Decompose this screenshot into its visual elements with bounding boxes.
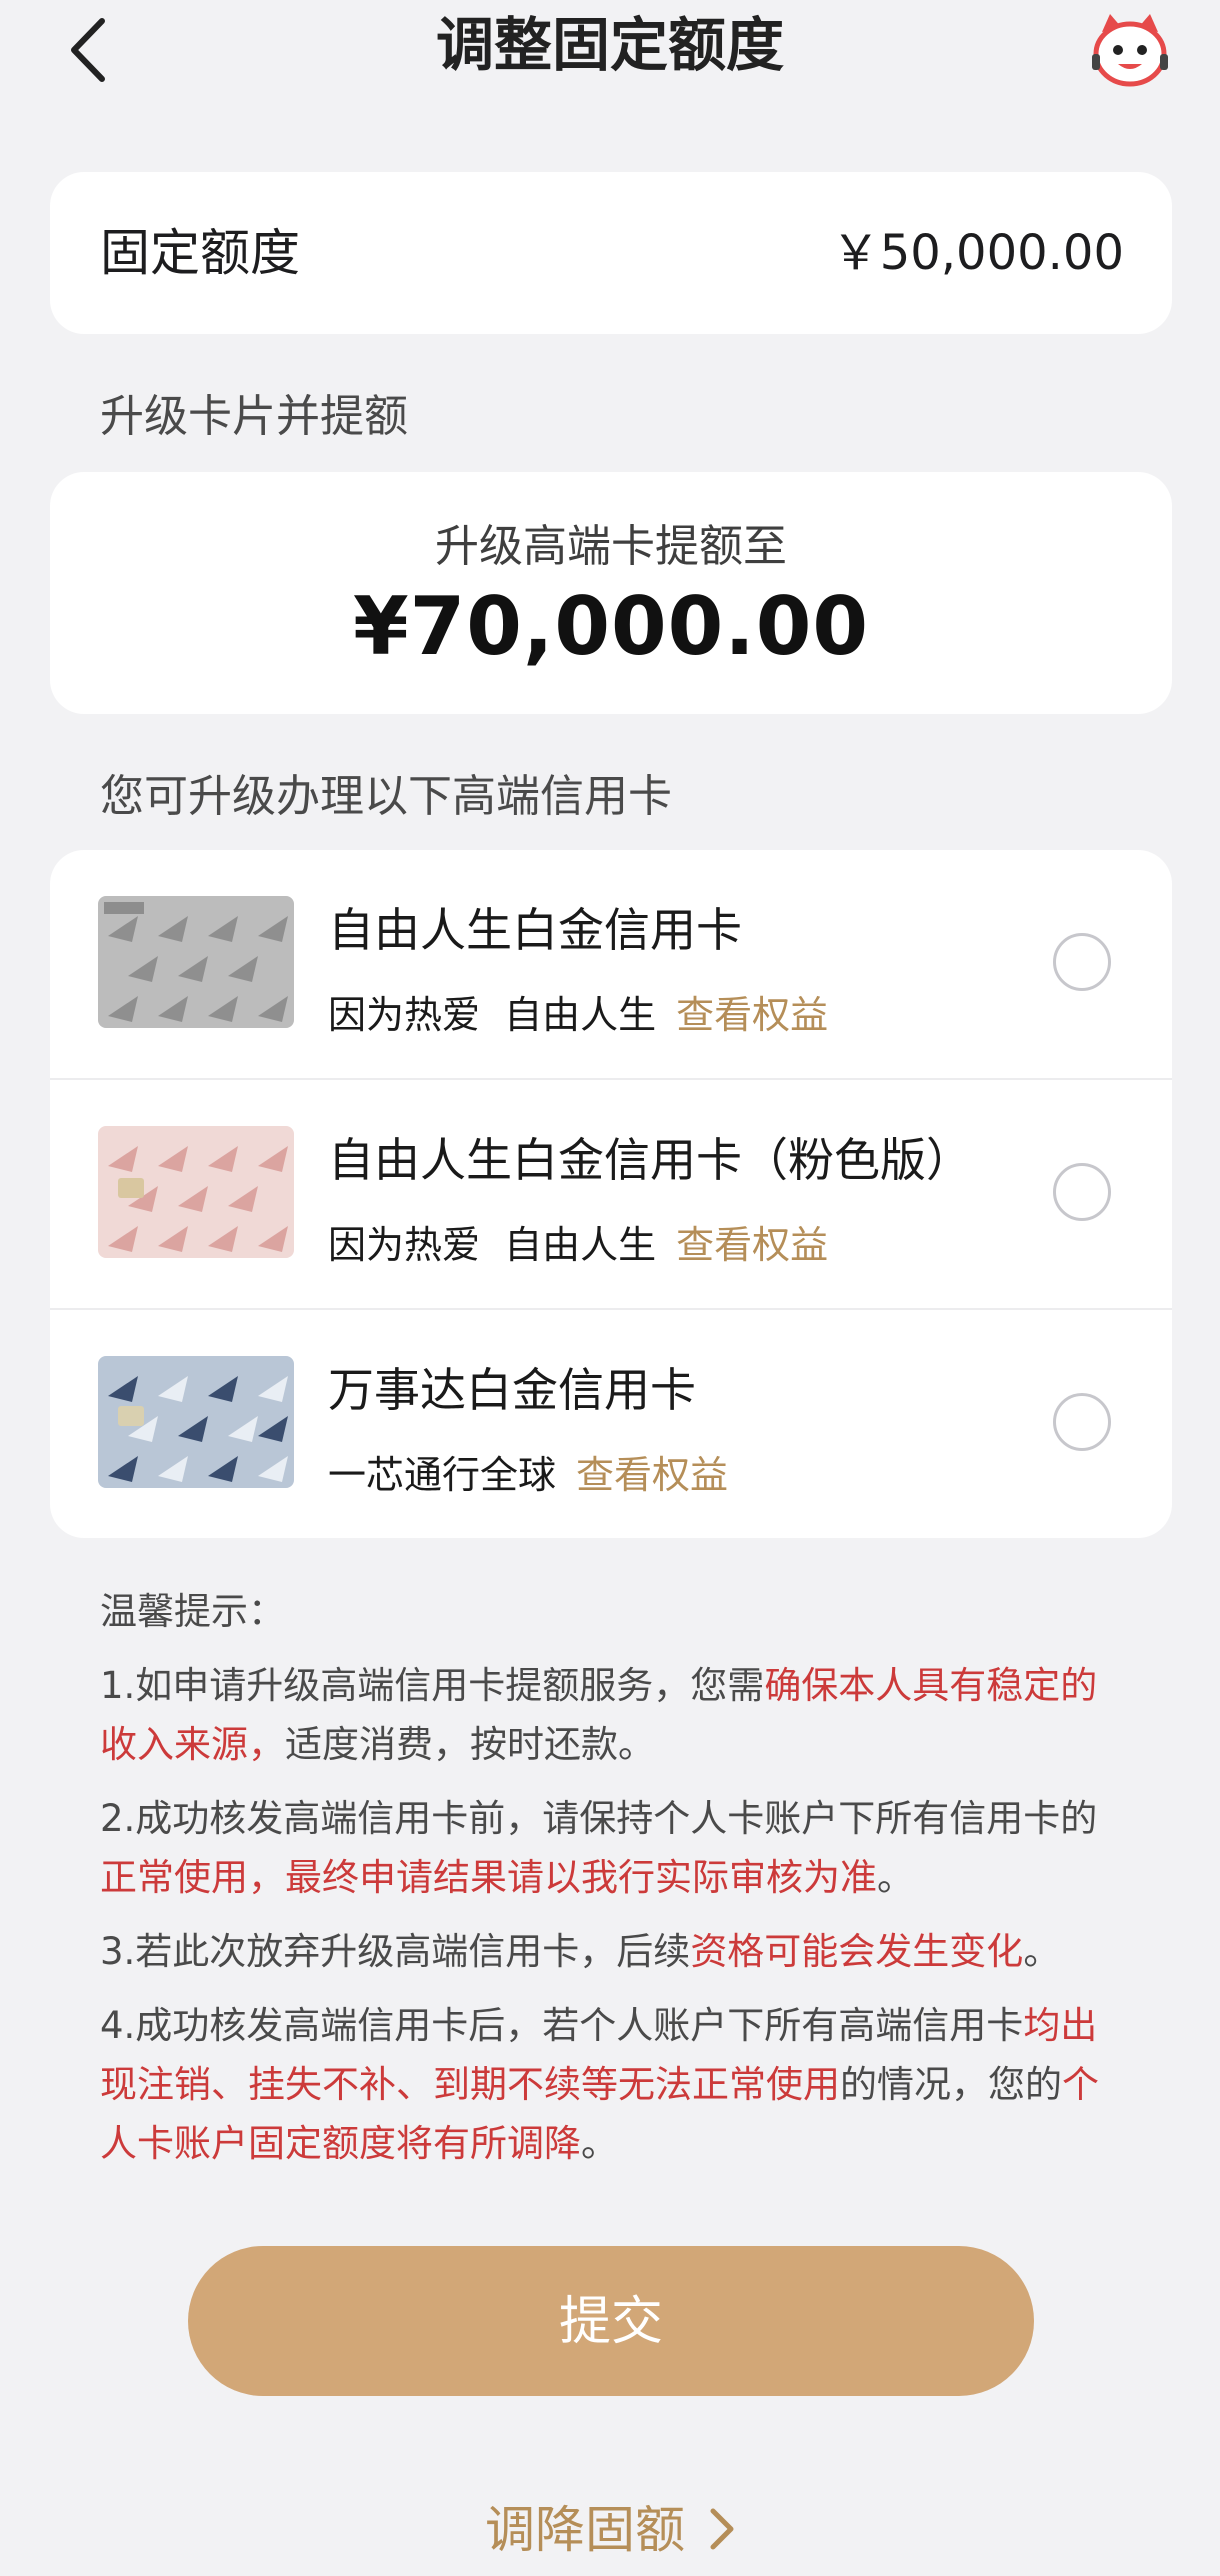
tip-text: 适度消费，按时还款。	[285, 1723, 655, 1766]
view-benefits-link[interactable]: 查看权益	[676, 993, 828, 1037]
card-option-radio[interactable]	[1053, 1163, 1111, 1221]
upgrade-amount-card: 升级高端卡提额至 ¥70,000.00	[50, 472, 1172, 714]
chevron-left-icon	[71, 18, 105, 82]
tips-title: 温馨提示：	[100, 1590, 285, 1633]
assistant-mascot-icon[interactable]	[1088, 12, 1172, 90]
tip-text: 3.若此次放弃升级高端信用卡，后续	[100, 1930, 691, 1973]
upgrade-section-title: 升级卡片并提额	[100, 391, 408, 442]
card-option-desc: 一芯通行全球 查看权益	[328, 1444, 728, 1499]
tip-item: 1.如申请升级高端信用卡提额服务，您需确保本人具有稳定的收入来源，适度消费，按时…	[100, 1656, 1120, 1774]
reduce-limit-link[interactable]: 调降固额	[0, 2490, 1220, 2562]
card-option-item[interactable]: 自由人生白金信用卡 因为热爱 自由人生 查看权益	[50, 850, 1172, 1080]
view-benefits-link[interactable]: 查看权益	[676, 1223, 828, 1267]
card-option-radio[interactable]	[1053, 1393, 1111, 1451]
tip-text: 4.成功核发高端信用卡后，若个人账户下所有高端信用卡	[100, 2004, 1024, 2047]
card-option-slogan: 一芯通行全球	[328, 1453, 557, 1497]
card-option-item[interactable]: 万事达白金信用卡 一芯通行全球 查看权益	[50, 1310, 1172, 1538]
tip-item: 3.若此次放弃升级高端信用卡，后续资格可能会发生变化。	[100, 1922, 1120, 1981]
card-option-slogan: 因为热爱 自由人生	[328, 1223, 657, 1267]
fixed-limit-card: 固定额度 ￥50,000.00	[50, 172, 1172, 334]
page-title: 调整固定额度	[435, 11, 784, 79]
card-thumbnail-blue	[98, 1356, 294, 1488]
upgrade-amount-value: ¥70,000.00	[352, 580, 870, 673]
fixed-limit-label: 固定额度	[100, 224, 300, 282]
card-options-list: 自由人生白金信用卡 因为热爱 自由人生 查看权益 自由人生白金信用卡（粉色版） 因…	[50, 850, 1172, 1538]
card-option-name: 万事达白金信用卡	[328, 1363, 696, 1417]
tip-text: 的情况，您的	[840, 2063, 1062, 2106]
chevron-right-icon	[709, 2503, 735, 2559]
tip-text: 。	[877, 1856, 914, 1899]
card-option-name: 自由人生白金信用卡	[328, 903, 742, 957]
submit-button[interactable]: 提交	[188, 2246, 1034, 2396]
card-option-desc: 因为热爱 自由人生 查看权益	[328, 1214, 828, 1269]
card-option-name: 自由人生白金信用卡（粉色版）	[328, 1133, 972, 1187]
tip-text: 2.成功核发高端信用卡前，请保持个人卡账户下所有信用卡的	[100, 1797, 1098, 1840]
tip-item: 2.成功核发高端信用卡前，请保持个人卡账户下所有信用卡的正常使用，最终申请结果请…	[100, 1789, 1120, 1907]
card-option-slogan: 因为热爱 自由人生	[328, 993, 657, 1037]
tips-section: 温馨提示： 1.如申请升级高端信用卡提额服务，您需确保本人具有稳定的收入来源，适…	[100, 1582, 1120, 2188]
view-benefits-link[interactable]: 查看权益	[576, 1453, 728, 1497]
tip-text: 1.如申请升级高端信用卡提额服务，您需	[100, 1664, 765, 1707]
card-thumbnail-pink	[98, 1126, 294, 1258]
tip-highlight: 正常使用，最终申请结果请以我行实际审核为准	[100, 1856, 877, 1899]
tip-highlight: 资格可能会发生变化	[690, 1930, 1024, 1973]
card-option-radio[interactable]	[1053, 933, 1111, 991]
card-option-item[interactable]: 自由人生白金信用卡（粉色版） 因为热爱 自由人生 查看权益	[50, 1080, 1172, 1310]
upgrade-amount-label: 升级高端卡提额至	[435, 521, 787, 572]
reduce-limit-label: 调降固额	[485, 2501, 685, 2559]
tip-text: 。	[581, 2122, 618, 2165]
card-option-desc: 因为热爱 自由人生 查看权益	[328, 984, 828, 1039]
options-section-title: 您可升级办理以下高端信用卡	[100, 771, 672, 822]
tip-text: 。	[1023, 1930, 1061, 1973]
card-thumbnail-silver	[98, 896, 294, 1028]
back-button[interactable]	[58, 10, 118, 90]
tip-item: 4.成功核发高端信用卡后，若个人账户下所有高端信用卡均出现注销、挂失不补、到期不…	[100, 1996, 1120, 2173]
fixed-limit-value: ￥50,000.00	[831, 225, 1124, 281]
